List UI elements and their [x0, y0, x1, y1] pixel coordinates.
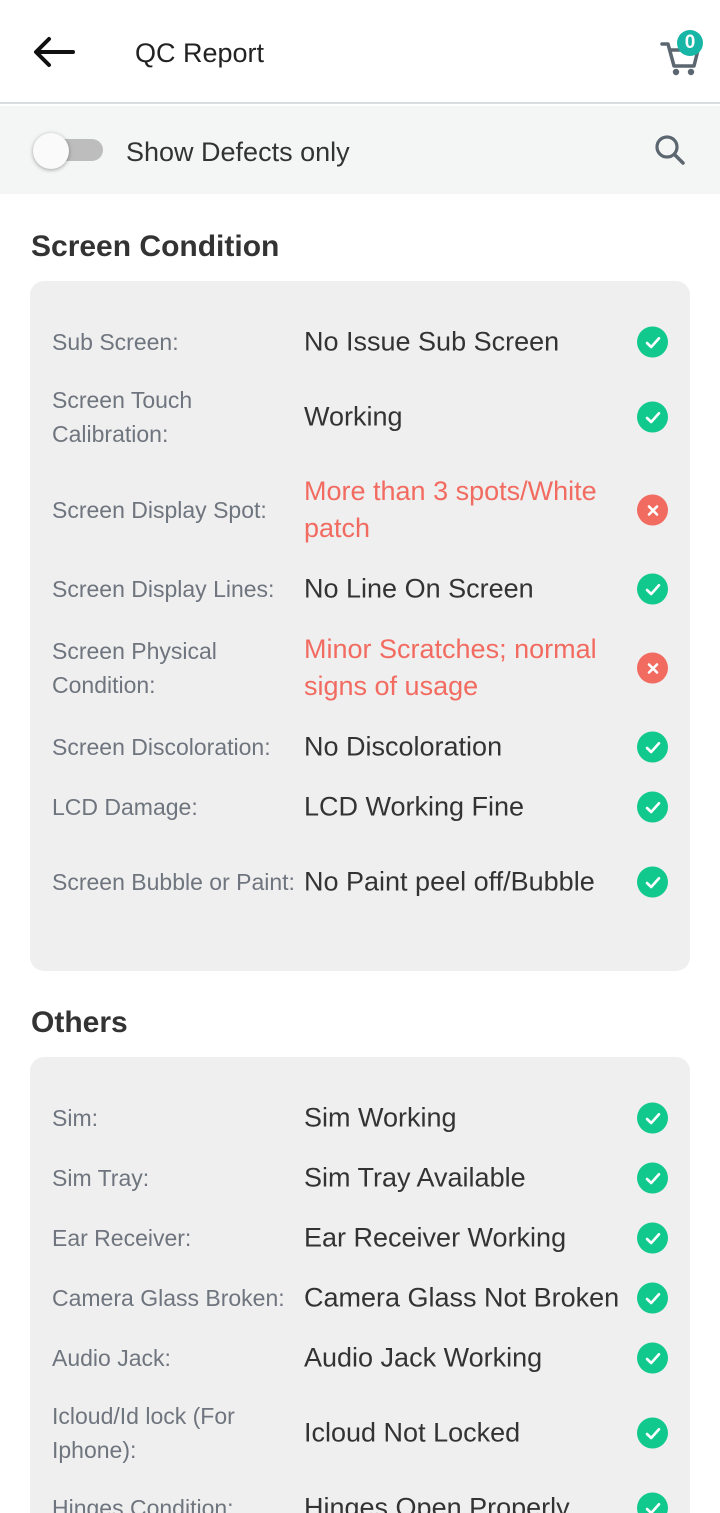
row-value: LCD Working Fine	[304, 791, 525, 822]
row-value: More than 3 spots/White patch	[304, 476, 597, 543]
row-value: Ear Receiver Working	[304, 1222, 567, 1253]
row-value: No Issue Sub Screen	[304, 326, 560, 357]
x-circle-icon	[637, 494, 668, 526]
row-label: Hinges Condition:	[52, 1495, 234, 1513]
search-button[interactable]	[650, 130, 690, 170]
check-circle-icon	[637, 1342, 668, 1374]
row-value: Hinges Open Properly	[304, 1492, 570, 1513]
row-label: Icloud/Id lock (For Iphone):	[52, 1403, 235, 1463]
x-circle-icon	[637, 652, 668, 684]
row-label: Screen Display Lines:	[52, 576, 275, 602]
check-circle-icon	[637, 1222, 668, 1254]
row-value: No Discoloration	[304, 731, 503, 762]
row-value: No Paint peel off/Bubble	[304, 866, 595, 897]
check-circle-icon	[637, 731, 668, 763]
row-value: Audio Jack Working	[304, 1342, 543, 1373]
row-label: Screen Display Spot:	[52, 497, 267, 523]
row-value: Minor Scratches; normal signs of usage	[304, 634, 597, 701]
row-value: Working	[304, 401, 403, 432]
show-defects-label: Show Defects only	[126, 137, 350, 167]
page-title: QC Report	[135, 38, 265, 68]
cart-count-badge: 0	[677, 30, 703, 56]
row-value: Sim Tray Available	[304, 1162, 526, 1193]
others-card: Sim: Sim Working Sim Tray: Sim Tray Avai…	[30, 1057, 690, 1513]
row-value: Sim Working	[304, 1102, 457, 1133]
row-value: No Line On Screen	[304, 573, 534, 604]
screen-condition-card: Sub Screen: No Issue Sub Screen Screen T…	[30, 281, 690, 971]
check-circle-icon	[637, 1102, 668, 1134]
search-icon	[655, 135, 685, 165]
show-defects-toggle[interactable]	[33, 133, 103, 169]
arrow-left-icon	[34, 37, 75, 67]
check-circle-icon	[637, 573, 668, 605]
row-label: Sim Tray:	[52, 1165, 150, 1191]
app-bar: QC Report 0	[0, 0, 720, 104]
check-circle-icon	[637, 1162, 668, 1194]
row-value: Icloud Not Locked	[304, 1417, 521, 1448]
check-circle-icon	[637, 1417, 668, 1449]
check-circle-icon	[637, 1492, 668, 1513]
check-circle-icon	[637, 866, 668, 898]
section-title-others: Others	[31, 1006, 128, 1039]
check-circle-icon	[637, 401, 668, 433]
toggle-thumb	[33, 133, 69, 169]
row-label: Sub Screen:	[52, 329, 179, 355]
row-label: Sim:	[52, 1105, 98, 1131]
check-circle-icon	[637, 326, 668, 358]
back-button[interactable]	[28, 30, 78, 74]
check-circle-icon	[637, 791, 668, 823]
cart-button[interactable]: 0	[660, 30, 710, 78]
row-label: Camera Glass Broken:	[52, 1285, 285, 1311]
section-title-screen-condition: Screen Condition	[31, 230, 280, 263]
row-label: LCD Damage:	[52, 794, 198, 820]
row-value: Camera Glass Not Broken	[304, 1282, 620, 1313]
row-label: Screen Bubble or Paint:	[52, 869, 295, 895]
row-label: Screen Touch Calibration:	[52, 387, 193, 447]
check-circle-icon	[637, 1282, 668, 1314]
row-label: Screen Physical Condition:	[52, 638, 217, 698]
row-label: Ear Receiver:	[52, 1225, 192, 1251]
row-label: Audio Jack:	[52, 1345, 171, 1371]
filter-bar: Show Defects only	[0, 106, 720, 194]
row-label: Screen Discoloration:	[52, 734, 271, 760]
